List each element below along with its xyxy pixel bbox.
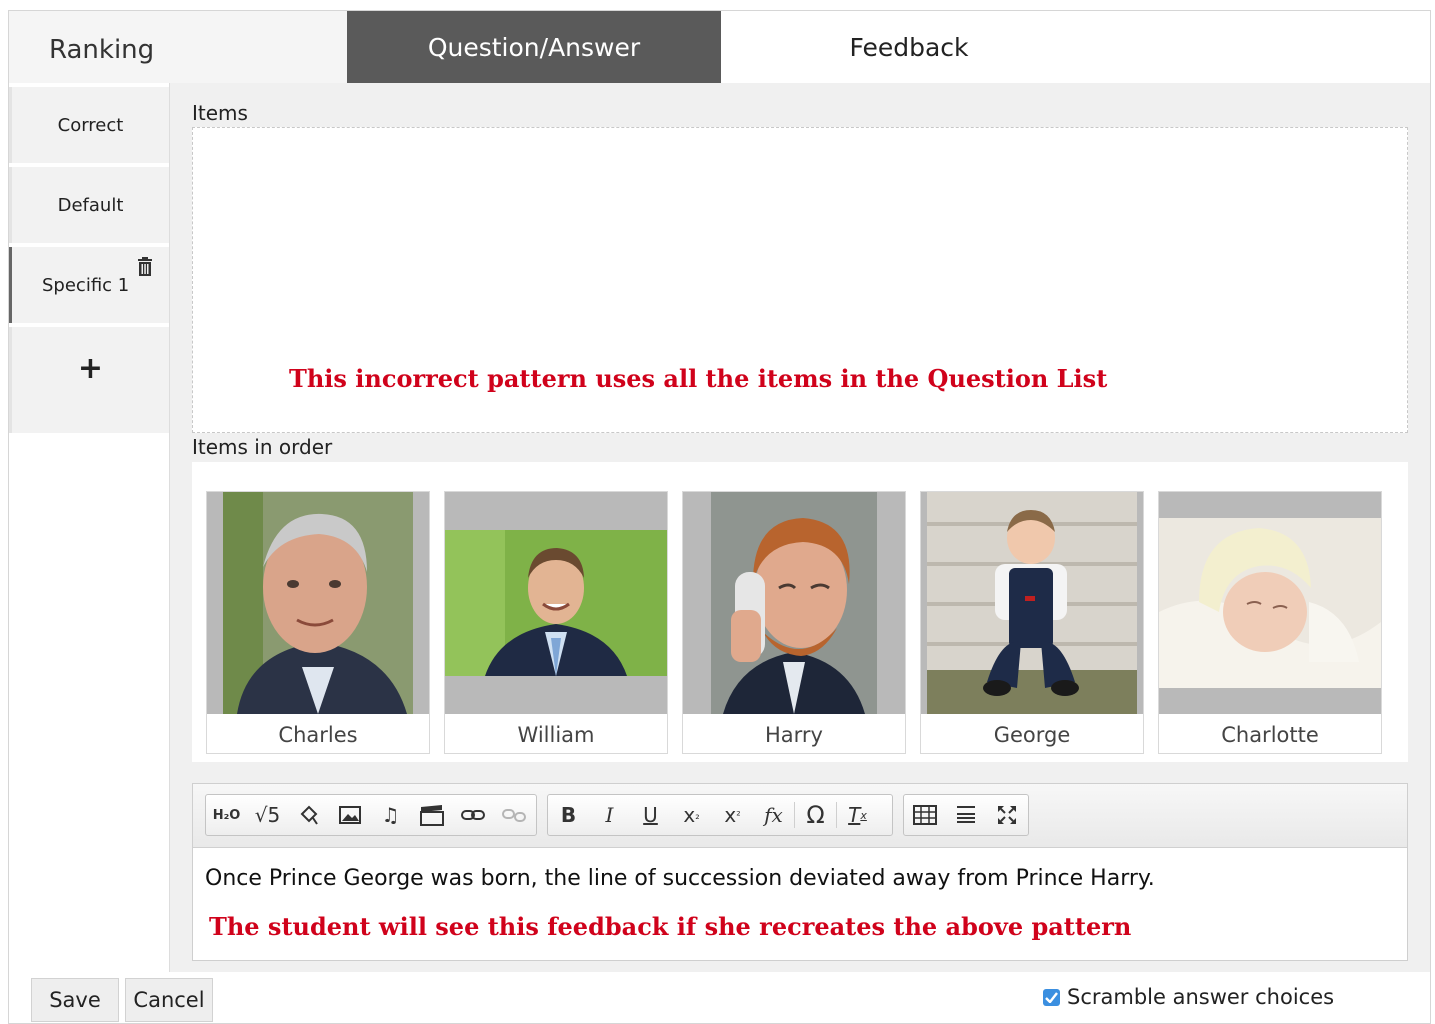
- toolbar-group-format: B I U x₂ x² fx Ω Tx: [547, 794, 893, 836]
- portrait-image: [207, 492, 429, 714]
- portrait-image: [921, 492, 1143, 714]
- save-button[interactable]: Save: [31, 978, 119, 1022]
- items-annotation: This incorrect pattern uses all the item…: [289, 364, 1108, 393]
- item-name: Charlotte: [1221, 723, 1319, 747]
- items-in-order-zone[interactable]: Charles William Harry George Charlotte: [192, 462, 1408, 762]
- link-icon[interactable]: [452, 795, 493, 835]
- unlink-icon[interactable]: [493, 795, 534, 835]
- items-in-order-label: Items in order: [192, 435, 333, 459]
- portrait-image: [445, 492, 667, 714]
- italic-icon[interactable]: I: [589, 795, 630, 835]
- item-name: Harry: [765, 723, 823, 747]
- sidebar-item-specific-1[interactable]: Specific 1: [9, 247, 169, 323]
- video-icon[interactable]: [411, 795, 452, 835]
- portrait-image: [1159, 492, 1381, 714]
- scramble-checkbox[interactable]: [1043, 988, 1060, 1006]
- scramble-option[interactable]: Scramble answer choices: [1043, 985, 1334, 1009]
- sidebar-item-label: Correct: [57, 114, 124, 136]
- feedback-content-panel: Items This incorrect pattern uses all th…: [169, 83, 1430, 972]
- scramble-label: Scramble answer choices: [1067, 985, 1335, 1009]
- items-drop-zone[interactable]: This incorrect pattern uses all the item…: [192, 127, 1408, 433]
- tab-question-answer[interactable]: Question/Answer: [347, 11, 721, 83]
- checkmark-icon: [1045, 991, 1058, 1003]
- sqrt-icon[interactable]: √5: [247, 795, 288, 835]
- item-name: Charles: [278, 723, 358, 747]
- horizontal-rule-icon[interactable]: [945, 795, 986, 835]
- table-icon[interactable]: [904, 795, 945, 835]
- remove-format-icon[interactable]: Tx: [837, 795, 878, 835]
- editor-annotation: The student will see this feedback if sh…: [209, 912, 1132, 941]
- ranking-question-editor: Ranking Question/Answer Feedback Correct…: [8, 10, 1431, 1024]
- feedback-text[interactable]: Once Prince George was born, the line of…: [205, 866, 1155, 891]
- chemistry-icon[interactable]: H₂O: [206, 795, 247, 835]
- bold-icon[interactable]: B: [548, 795, 589, 835]
- ordered-item-card[interactable]: William: [444, 491, 668, 754]
- audio-icon[interactable]: ♫: [370, 795, 411, 835]
- sidebar-item-label: Specific 1: [42, 274, 130, 296]
- toolbar-group-layout: [903, 794, 1029, 836]
- add-feedback-button[interactable]: +: [9, 327, 169, 433]
- formula-icon[interactable]: fx: [753, 795, 794, 835]
- toolbar-group-insert: H₂O √5 ♫: [205, 794, 537, 836]
- underline-icon[interactable]: U: [630, 795, 671, 835]
- items-label: Items: [192, 101, 248, 125]
- portrait-image: [683, 492, 905, 714]
- item-name: William: [517, 723, 595, 747]
- sidebar-item-default[interactable]: Default: [9, 167, 169, 243]
- ordered-item-card[interactable]: George: [920, 491, 1144, 754]
- ordered-item-card[interactable]: Charlotte: [1158, 491, 1382, 754]
- ordered-item-card[interactable]: Charles: [206, 491, 430, 754]
- tab-feedback[interactable]: Feedback: [721, 11, 1097, 83]
- shape-icon[interactable]: [288, 795, 329, 835]
- image-icon[interactable]: [329, 795, 370, 835]
- plus-icon: +: [77, 351, 104, 386]
- header-bar: Ranking Question/Answer Feedback: [9, 11, 1430, 83]
- header-spacer: [1097, 11, 1430, 83]
- feedback-sidebar: Correct Default Specific 1 +: [9, 83, 169, 433]
- superscript-icon[interactable]: x²: [712, 795, 753, 835]
- special-char-icon[interactable]: Ω: [795, 795, 836, 835]
- ordered-item-card[interactable]: Harry: [682, 491, 906, 754]
- subscript-icon[interactable]: x₂: [671, 795, 712, 835]
- page-title: Ranking: [49, 35, 155, 65]
- sidebar-item-correct[interactable]: Correct: [9, 87, 169, 163]
- cancel-button[interactable]: Cancel: [125, 978, 213, 1022]
- sidebar-item-label: Default: [57, 194, 124, 216]
- feedback-editor: H₂O √5 ♫ B I U x ₂ x ² fx Ω T x Once Pri…: [192, 783, 1408, 961]
- maximize-icon[interactable]: [986, 795, 1027, 835]
- trash-icon[interactable]: [137, 257, 153, 277]
- item-name: George: [993, 723, 1071, 747]
- editor-toolbar: H₂O √5 ♫ B I U x ₂ x ² fx Ω T x: [193, 784, 1407, 848]
